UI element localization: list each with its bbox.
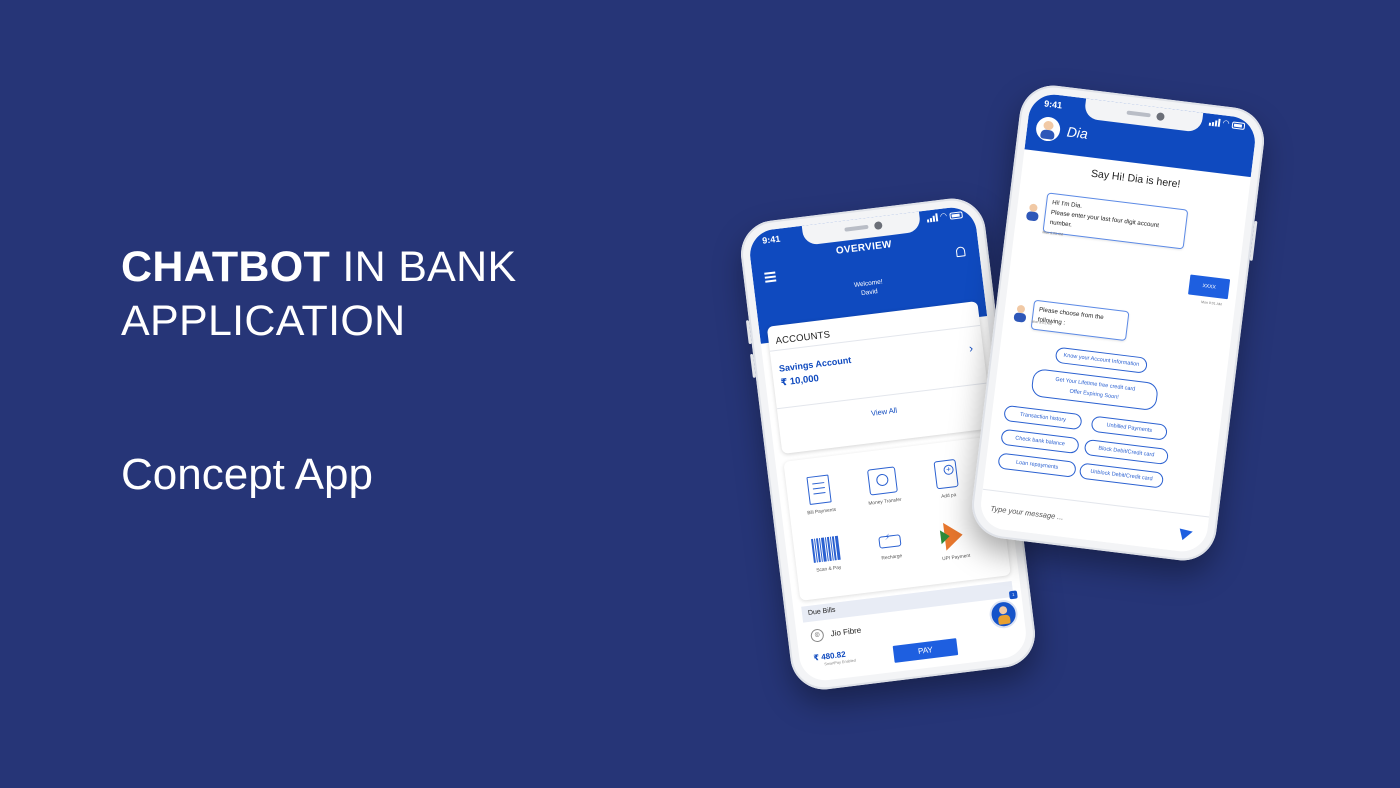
bill-name: Jio Fibre bbox=[830, 625, 862, 639]
headline: CHATBOT IN BANK APPLICATION bbox=[121, 240, 517, 348]
headline-rest: IN BANK bbox=[330, 243, 517, 291]
status-time: 9:41 bbox=[761, 233, 781, 246]
option-block-card[interactable]: Block Debit/Credit card bbox=[1083, 438, 1170, 466]
subtitle: Concept App bbox=[121, 450, 373, 499]
option-transaction-history[interactable]: Transaction history bbox=[1003, 404, 1083, 431]
option-know-account[interactable]: Know your Account Information bbox=[1054, 346, 1148, 374]
send-icon[interactable] bbox=[1179, 525, 1195, 541]
option-credit-card[interactable]: Get Your Lifetime free credit card Offer… bbox=[1030, 368, 1159, 412]
phone-volume-button bbox=[750, 353, 756, 378]
account-name[interactable]: Savings Account bbox=[778, 355, 851, 374]
service-money-transfer[interactable]: Money Transfer bbox=[851, 464, 915, 508]
option-unblock-card[interactable]: Unblock Debit/Credit card bbox=[1078, 462, 1165, 489]
phone-volume-button bbox=[745, 320, 752, 345]
chat-phone: 9:41 ◠ Dia Say Hi! Dia is here! Hi! I'm … bbox=[968, 81, 1268, 565]
battery-status-icon bbox=[949, 211, 964, 220]
pay-button[interactable]: PAY bbox=[892, 638, 959, 663]
status-time: 9:41 bbox=[1043, 98, 1063, 111]
service-scan-pay[interactable]: Scan & Pay bbox=[795, 534, 859, 576]
status-icons: ◠ bbox=[1208, 118, 1246, 130]
service-label: Bill Payments bbox=[807, 507, 837, 517]
bell-icon[interactable] bbox=[955, 246, 966, 258]
signal-icon bbox=[1208, 118, 1221, 127]
chat-screen: 9:41 ◠ Dia Say Hi! Dia is here! Hi! I'm … bbox=[978, 91, 1258, 555]
user-message: XXXX bbox=[1188, 274, 1231, 300]
bot-message: Hi! I'm Dia. Please enter your last four… bbox=[1042, 192, 1189, 250]
envelope-money-icon bbox=[866, 466, 898, 496]
bot-avatar bbox=[1011, 303, 1029, 323]
option-unbilled-payments[interactable]: Unbilled Payments bbox=[1090, 415, 1168, 441]
bot-avatar bbox=[1024, 202, 1042, 222]
option-check-balance[interactable]: Check bank balance bbox=[1000, 428, 1080, 455]
account-balance: ₹ 10,000 bbox=[780, 372, 820, 389]
service-recharge[interactable]: Recharge bbox=[859, 526, 922, 564]
notification-badge: 1 bbox=[1008, 590, 1018, 600]
service-label: Recharge bbox=[881, 554, 903, 562]
status-icons: ◠ bbox=[926, 210, 964, 223]
service-label: UPI Payment bbox=[942, 553, 971, 563]
battery-icon bbox=[878, 534, 902, 549]
view-all-link[interactable]: View All bbox=[778, 394, 990, 429]
bill-provider-icon: ◎ bbox=[810, 628, 825, 643]
wifi-icon: ◠ bbox=[1222, 118, 1230, 129]
signal-icon bbox=[926, 213, 939, 223]
hamburger-menu-icon[interactable] bbox=[764, 271, 777, 284]
headline-strong: CHATBOT bbox=[121, 243, 331, 291]
upi-icon bbox=[943, 520, 965, 551]
bot-avatar bbox=[1034, 115, 1062, 143]
bill-icon bbox=[806, 474, 832, 505]
chevron-right-icon[interactable]: › bbox=[968, 341, 974, 355]
barcode-icon bbox=[811, 535, 842, 563]
add-payee-icon: + bbox=[933, 458, 959, 490]
option-loan-repayments[interactable]: Loan repayments bbox=[997, 452, 1077, 478]
service-label: Money Transfer bbox=[868, 497, 902, 507]
service-upi-payment[interactable]: UPI Payment bbox=[922, 518, 986, 564]
headline-line2: APPLICATION bbox=[121, 297, 406, 345]
battery-status-icon bbox=[1231, 121, 1246, 130]
service-label: Scan & Pay bbox=[816, 565, 842, 574]
accounts-card: ACCOUNTS Savings Account ₹ 10,000 › View… bbox=[766, 301, 993, 454]
service-label: Add pa bbox=[940, 493, 957, 500]
service-add-payee[interactable]: + Add pa bbox=[915, 457, 979, 503]
service-bill-payments[interactable]: Bill Payments bbox=[788, 472, 852, 518]
phone-power-button bbox=[1249, 220, 1258, 261]
message-timestamp: Mon 9:01 AM bbox=[1200, 299, 1222, 307]
message-input[interactable]: Type your message ... bbox=[990, 504, 1064, 522]
wifi-icon: ◠ bbox=[939, 211, 948, 221]
bot-name: Dia bbox=[1066, 123, 1089, 142]
headline-line1: CHATBOT IN BANK bbox=[121, 240, 517, 294]
